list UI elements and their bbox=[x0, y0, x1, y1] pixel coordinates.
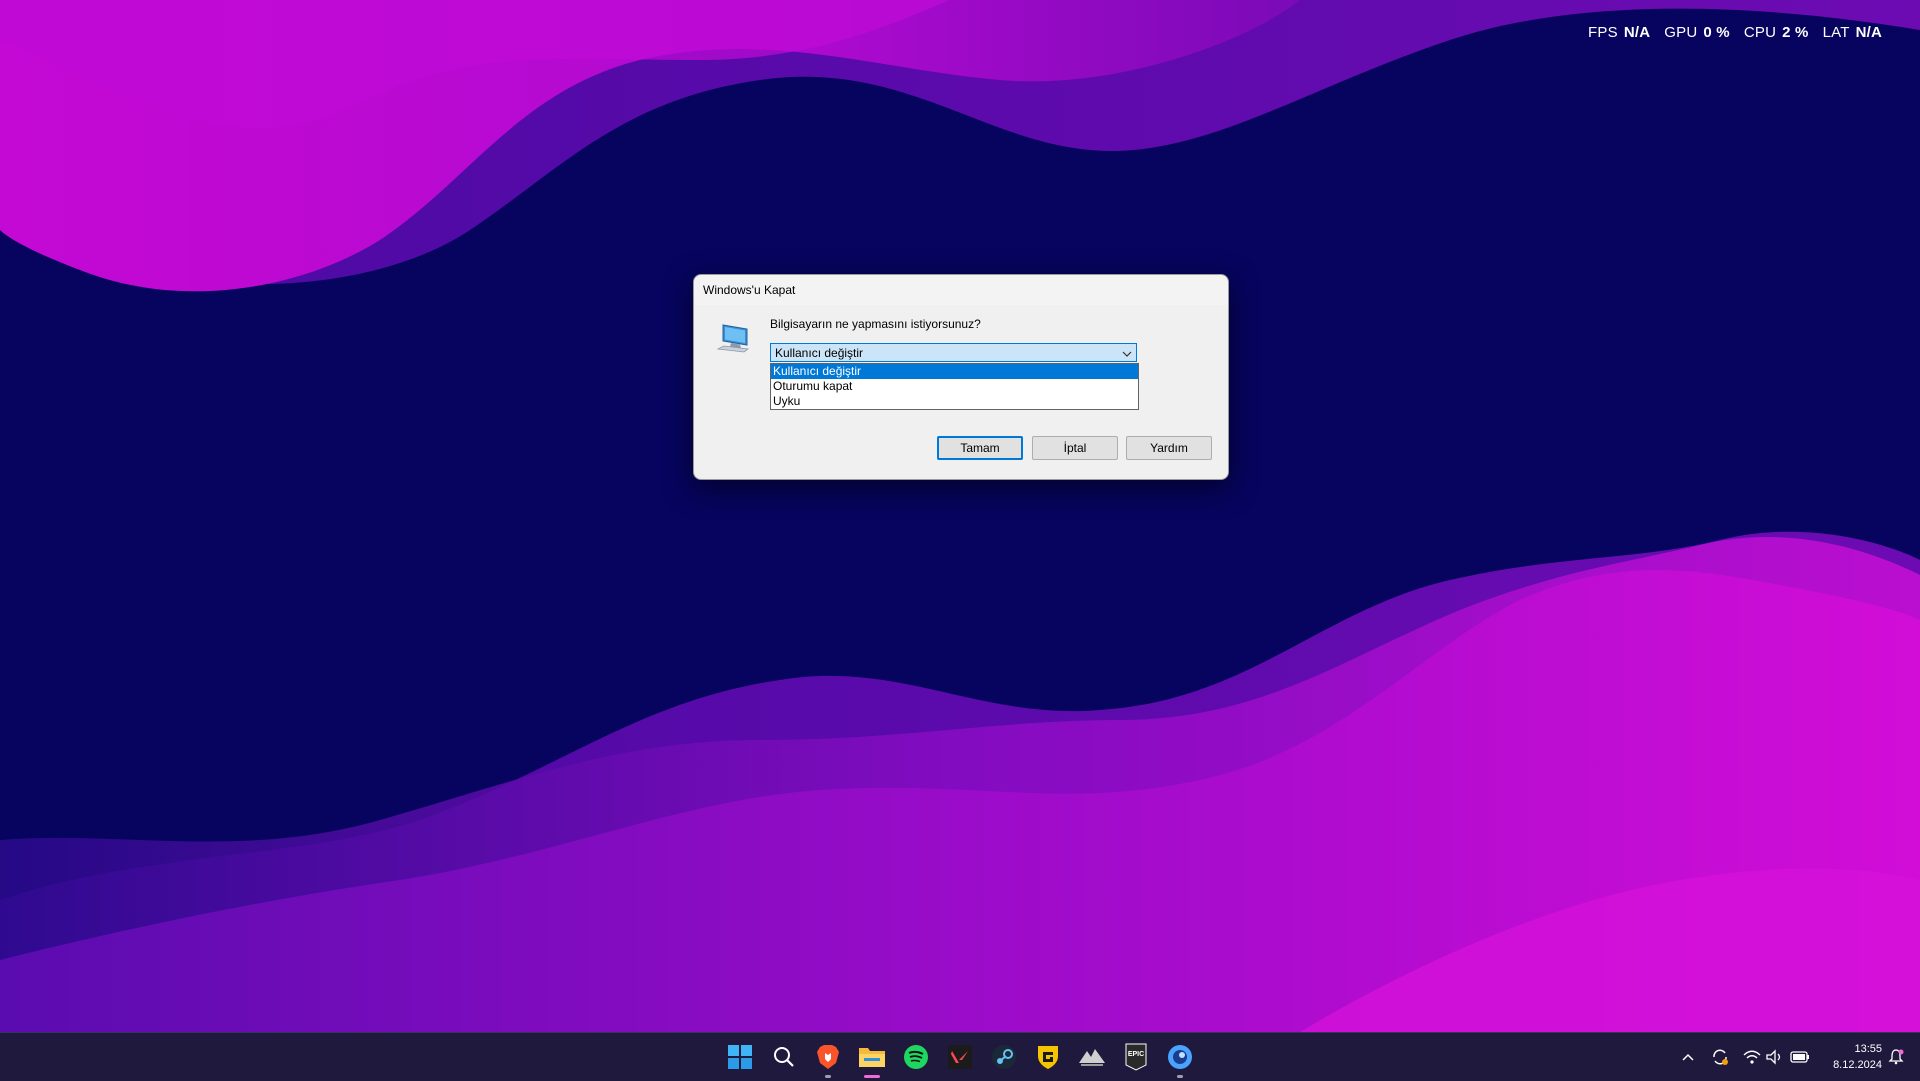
active-indicator bbox=[864, 1075, 880, 1078]
taskbar: EPIC 13:55 8.12.2024 bbox=[0, 1032, 1920, 1081]
steam-icon[interactable] bbox=[988, 1041, 1020, 1073]
clock-time: 13:55 bbox=[1854, 1043, 1882, 1055]
dialog-title: Windows'u Kapat bbox=[703, 283, 796, 297]
search-icon[interactable] bbox=[768, 1041, 800, 1073]
assassins-creed-icon[interactable] bbox=[1076, 1041, 1108, 1073]
epic-games-icon[interactable]: EPIC bbox=[1120, 1041, 1152, 1073]
system-clock[interactable]: 13:55 8.12.2024 bbox=[1833, 1041, 1882, 1073]
help-button[interactable]: Yardım bbox=[1126, 436, 1212, 460]
cancel-button[interactable]: İptal bbox=[1032, 436, 1118, 460]
latency-value: N/A bbox=[1855, 24, 1882, 41]
file-explorer-icon[interactable] bbox=[856, 1041, 888, 1078]
epic-logo-text: EPIC bbox=[1128, 1051, 1144, 1058]
dialog-question: Bilgisayarın ne yapmasını istiyorsunuz? bbox=[770, 317, 981, 331]
spotify-icon[interactable] bbox=[900, 1041, 932, 1073]
desktop-wallpaper bbox=[0, 0, 1920, 1080]
gpu-label: GPU bbox=[1664, 24, 1698, 41]
computer-icon bbox=[716, 324, 750, 353]
option-switch-user[interactable]: Kullanıcı değiştir bbox=[771, 364, 1138, 379]
ok-button[interactable]: Tamam bbox=[937, 436, 1023, 460]
cpu-label: CPU bbox=[1743, 24, 1777, 41]
shutdown-windows-dialog: Windows'u Kapat Bilgisayarın ne yapmasın… bbox=[693, 274, 1229, 480]
action-dropdown-list: Kullanıcı değiştir Oturumu kapat Uyku bbox=[770, 363, 1139, 410]
fps-label: FPS bbox=[1588, 24, 1618, 41]
notification-bell-icon[interactable] bbox=[1880, 1041, 1912, 1073]
action-combobox[interactable]: Kullanıcı değiştir bbox=[770, 343, 1137, 362]
valorant-icon[interactable] bbox=[944, 1041, 976, 1073]
windows-start-icon[interactable] bbox=[724, 1041, 756, 1073]
sync-icon[interactable] bbox=[1704, 1041, 1736, 1073]
brave-browser-icon[interactable] bbox=[812, 1041, 844, 1078]
chevron-up-icon[interactable] bbox=[1672, 1041, 1704, 1073]
chevron-down-icon[interactable] bbox=[1122, 344, 1132, 363]
combobox-value: Kullanıcı değiştir bbox=[775, 346, 864, 360]
dialog-title-bar[interactable]: Windows'u Kapat bbox=[694, 275, 1228, 305]
option-sign-out[interactable]: Oturumu kapat bbox=[771, 379, 1138, 394]
performance-overlay: FPS N/A GPU 0 % CPU 2 % LAT N/A bbox=[1588, 24, 1890, 41]
cpu-value: 2 % bbox=[1782, 24, 1809, 41]
running-indicator bbox=[825, 1075, 831, 1078]
guard-shield-icon[interactable] bbox=[1032, 1041, 1064, 1073]
option-sleep[interactable]: Uyku bbox=[771, 394, 1138, 409]
fps-value: N/A bbox=[1623, 24, 1651, 41]
battery-icon[interactable] bbox=[1784, 1041, 1816, 1073]
gpu-value: 0 % bbox=[1703, 24, 1730, 41]
app-circle-icon[interactable] bbox=[1164, 1041, 1196, 1078]
latency-label: LAT bbox=[1822, 24, 1850, 41]
running-indicator bbox=[1177, 1075, 1183, 1078]
clock-date: 8.12.2024 bbox=[1833, 1059, 1882, 1071]
